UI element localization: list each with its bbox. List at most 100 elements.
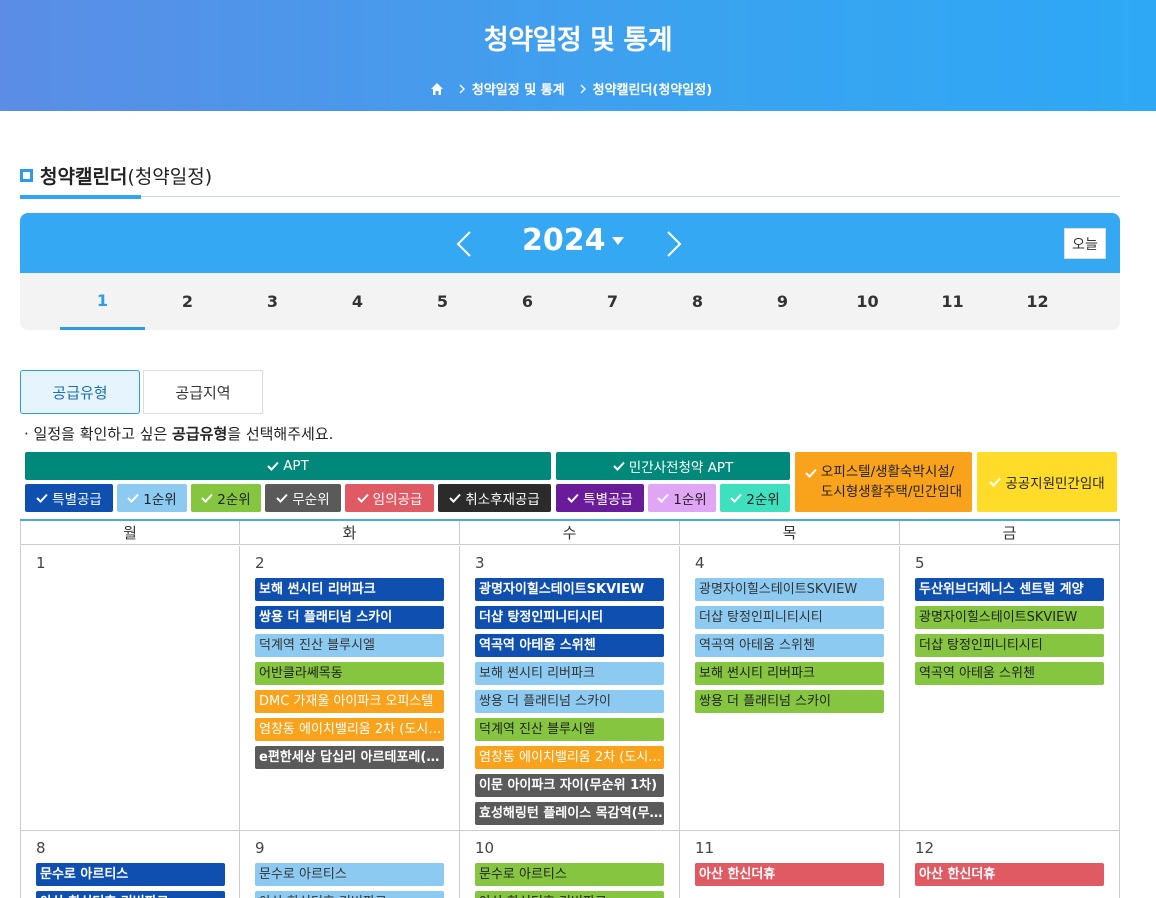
month-tab-5[interactable]: 5 [400,273,485,330]
calendar-event[interactable]: 역곡역 아테움 스위첸 [915,662,1104,685]
calendar-event[interactable]: 효성해링턴 플레이스 목감역(무순위) [475,802,664,825]
weekday-header: 화 [239,521,459,545]
day-number: 12 [915,839,935,857]
calendar-event[interactable]: 염창동 에이치밸리움 2차 (도시형생활주택) [255,718,444,741]
legend-apt[interactable]: APT [25,452,551,480]
month-tab-8[interactable]: 8 [655,273,740,330]
calendar-event[interactable]: 광명자이힐스테이트SKVIEW [915,606,1104,629]
month-tab-3[interactable]: 3 [230,273,315,330]
legend-label: 임의공급 [372,492,423,508]
calendar-event[interactable]: 쌍용 더 플래티넘 스카이 [255,606,444,629]
calendar-event[interactable]: 염창동 에이치밸리움 2차 (도시형생활주택) [475,746,664,769]
legend-label: 1순위 [143,492,177,508]
calendar-event[interactable]: 보해 썬시티 리버파크 [475,662,664,685]
prev-year-icon[interactable] [454,229,474,259]
chevron-right-icon [459,84,465,93]
check-icon [989,477,1002,487]
calendar-event[interactable]: 광명자이힐스테이트SKVIEW [475,578,664,601]
calendar-event[interactable]: 아산 한신더휴 리버파크 [255,891,444,898]
day-number: 11 [695,839,715,857]
calendar-event[interactable]: 더샵 탕정인피니티시티 [475,606,664,629]
month-tab-11[interactable]: 11 [910,273,995,330]
calendar-grid: 월 화 수 목 금 1 2 보해 썬시티 리버파크 쌍용 더 플래티넘 스카이 덕계역 진산 블루… [20,519,1120,898]
calendar-event[interactable]: 더샵 탕정인피니티시티 [915,634,1104,657]
guide-prefix: · 일정을 확인하고 싶은 [24,425,173,443]
home-icon[interactable] [430,82,444,96]
legend-apt-label: APT [283,458,309,474]
calendar-event[interactable]: 보해 썬시티 리버파크 [255,578,444,601]
check-icon [657,493,670,503]
today-button[interactable]: 오늘 [1064,228,1106,259]
legend-apt-second[interactable]: 2순위 [191,484,261,512]
check-icon [805,468,817,478]
section-title-main: 청약캘린더 [40,166,128,188]
calendar-event[interactable]: 아산 한신더휴 리버파크 [475,891,664,898]
legend-officetel[interactable]: 오피스텔/생활숙박시설/ 도시형생활주택/민간임대 [795,452,972,512]
calendar-event[interactable]: 문수로 아르티스 [475,863,664,886]
chevron-right-icon [580,84,586,93]
weekday-header: 목 [679,521,899,545]
legend-pre-second[interactable]: 2순위 [720,484,790,512]
check-icon [567,493,579,503]
tab-supply-region[interactable]: 공급지역 [143,370,263,414]
next-year-icon[interactable] [664,229,684,259]
calendar-event[interactable]: 덕계역 진산 블루시엘 [475,718,664,741]
month-tab-1[interactable]: 1 [60,273,145,330]
calendar-day-cell: 3 광명자이힐스테이트SKVIEW 더샵 탕정인피니티시티역곡역 아테움 스위첸보해… [459,546,679,831]
month-tab-12[interactable]: 12 [995,273,1080,330]
divider [20,196,1120,197]
month-tab-7[interactable]: 7 [570,273,655,330]
calendar-event[interactable]: 광명자이힐스테이트SKVIEW [695,578,884,601]
legend-apt-special[interactable]: 특별공급 [25,484,113,512]
tab-supply-type[interactable]: 공급유형 [20,370,140,414]
calendar-event[interactable]: 역곡역 아테움 스위첸 [695,634,884,657]
calendar-event[interactable]: 아산 한신더휴 리버파크 [36,891,225,898]
legend-public-rent[interactable]: 공공지원민간임대 [977,452,1117,512]
check-icon [276,493,289,503]
legend-pre-apt[interactable]: 민간사전청약 APT [556,452,790,480]
calendar-event[interactable]: 역곡역 아테움 스위첸 [475,634,664,657]
calendar-event[interactable]: 어반클라쎄목동 [255,662,444,685]
legend-apt-cancel[interactable]: 취소후재공급 [438,484,551,512]
divider-accent [20,195,141,199]
calendar-event[interactable]: 더샵 탕정인피니티시티 [695,606,884,629]
month-tab-9[interactable]: 9 [740,273,825,330]
legend-label: 오피스텔/생활숙박시설/ [820,464,955,480]
legend-label: 민간사전청약 APT [628,460,734,476]
legend-label: 2순위 [746,492,780,508]
calendar-day-cell: 10 문수로 아르티스아산 한신더휴 리버파크 [459,831,679,898]
breadcrumb-item[interactable]: 청약캘린더(청약일정) [593,79,713,98]
day-number: 3 [475,554,485,572]
calendar-event[interactable]: 보해 썬시티 리버파크 [695,662,884,685]
legend-pre-special[interactable]: 특별공급 [556,484,644,512]
year-navigator: 2024 오늘 [20,213,1120,273]
calendar-event[interactable]: 덕계역 진산 블루시엘 [255,634,444,657]
year-label[interactable]: 2024 [522,223,606,258]
month-tab-4[interactable]: 4 [315,273,400,330]
legend-apt-first[interactable]: 1순위 [117,484,187,512]
check-icon [356,493,369,503]
legend-apt-none[interactable]: 무순위 [265,484,341,512]
day-number: 8 [36,839,46,857]
calendar-event[interactable]: 이문 아이파크 자이(무순위 1차) [475,774,664,797]
month-tab-10[interactable]: 10 [825,273,910,330]
calendar-event[interactable]: 아산 한신더휴 [695,863,884,886]
month-tab-6[interactable]: 6 [485,273,570,330]
legend-label: 2순위 [217,492,251,508]
legend-apt-random[interactable]: 임의공급 [345,484,434,512]
guide-suffix: 을 선택해주세요. [227,425,334,443]
calendar-event[interactable]: 쌍용 더 플래티넘 스카이 [475,690,664,713]
square-bullet-icon [20,169,33,182]
legend-pre-first[interactable]: 1순위 [648,484,716,512]
calendar-event[interactable]: 쌍용 더 플래티넘 스카이 [695,690,884,713]
calendar-event[interactable]: 문수로 아르티스 [36,863,225,886]
month-tab-2[interactable]: 2 [145,273,230,330]
calendar-event[interactable]: 문수로 아르티스 [255,863,444,886]
caret-down-icon[interactable] [612,237,624,245]
calendar-event[interactable]: 두산위브더제니스 센트럴 계양 [915,578,1104,601]
calendar-event[interactable]: DMC 가재울 아이파크 오피스텔 [255,690,444,713]
calendar-event[interactable]: e편한세상 답십리 아르테포레(무순위) [255,746,444,769]
section-title: 청약캘린더 (청약일정) [20,162,212,189]
breadcrumb-item[interactable]: 청약일정 및 통계 [472,79,565,98]
calendar-event[interactable]: 아산 한신더휴 [915,863,1104,886]
